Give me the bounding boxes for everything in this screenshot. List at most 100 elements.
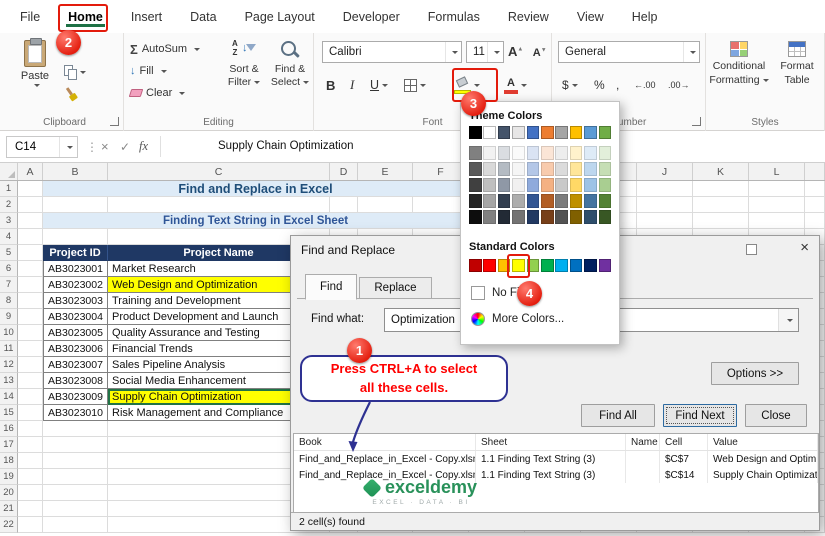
theme-tint-swatch[interactable] — [584, 178, 597, 192]
theme-tint-swatch[interactable] — [483, 194, 496, 208]
row-header-12[interactable]: 12 — [0, 357, 18, 373]
theme-tint-swatch[interactable] — [584, 162, 597, 176]
theme-tint-swatch[interactable] — [497, 162, 511, 176]
column-header-e[interactable]: E — [358, 163, 413, 180]
find-next-button[interactable]: Find Next — [663, 404, 737, 427]
row-header-14[interactable]: 14 — [0, 389, 18, 405]
sheet-cell[interactable] — [18, 213, 43, 229]
row-header-7[interactable]: 7 — [0, 277, 18, 293]
format-as-table-button[interactable]: Format Table — [772, 37, 822, 115]
sheet-cell[interactable] — [18, 485, 43, 501]
sheet-cell[interactable] — [43, 421, 108, 437]
theme-tint-swatch[interactable] — [555, 146, 568, 160]
sheet-cell[interactable] — [749, 197, 805, 213]
sheet-cell[interactable] — [18, 197, 43, 213]
project-id-cell[interactable]: AB3023005 — [43, 325, 108, 341]
borders-button[interactable] — [404, 73, 426, 97]
theme-tint-swatch[interactable] — [540, 194, 554, 208]
theme-tint-swatch[interactable] — [469, 146, 482, 160]
options-button[interactable]: Options >> — [711, 362, 799, 385]
sheet-cell[interactable] — [749, 213, 805, 229]
row-header-5[interactable]: 5 — [0, 245, 18, 261]
italic-button[interactable]: I — [350, 73, 354, 97]
theme-tint-swatch[interactable] — [469, 178, 482, 192]
sheet-cell[interactable] — [18, 341, 43, 357]
theme-tint-swatch[interactable] — [483, 210, 496, 224]
name-box[interactable]: C14 — [6, 136, 78, 158]
project-id-cell[interactable]: AB3023004 — [43, 309, 108, 325]
font-size-combobox[interactable]: 11 — [466, 41, 504, 63]
sheet-cell[interactable] — [358, 197, 413, 213]
sheet-cell[interactable] — [18, 261, 43, 277]
theme-tint-swatch[interactable] — [483, 178, 496, 192]
row-header-8[interactable]: 8 — [0, 293, 18, 309]
theme-tint-swatch[interactable] — [469, 162, 482, 176]
sheet-cell[interactable] — [43, 437, 108, 453]
conditional-formatting-button[interactable]: Conditional Formatting — [708, 37, 770, 115]
theme-tint-swatch[interactable] — [512, 178, 525, 192]
theme-tint-swatch[interactable] — [569, 194, 583, 208]
currency-button[interactable]: $ — [562, 73, 578, 97]
row-header-2[interactable]: 2 — [0, 197, 18, 213]
row-header-11[interactable]: 11 — [0, 341, 18, 357]
theme-color-swatch[interactable] — [569, 126, 583, 139]
sheet-cell[interactable] — [693, 181, 749, 197]
underline-button[interactable]: U — [370, 73, 389, 97]
row-header-17[interactable]: 17 — [0, 437, 18, 453]
standard-color-swatch[interactable] — [598, 259, 612, 272]
chevron-down-icon[interactable] — [487, 42, 503, 62]
sheet-cell[interactable] — [805, 181, 825, 197]
results-col-sheet[interactable]: Sheet — [476, 434, 626, 450]
theme-tint-swatch[interactable] — [497, 194, 511, 208]
decrease-decimal-button[interactable]: .00→ — [668, 73, 690, 97]
paste-button[interactable]: Paste — [12, 37, 58, 113]
shrink-font-button[interactable]: A▼ — [533, 47, 547, 59]
sheet-cell[interactable] — [43, 469, 108, 485]
ribbon-tab-view[interactable]: View — [575, 7, 606, 27]
sheet-cell[interactable] — [637, 197, 693, 213]
row-header-19[interactable]: 19 — [0, 469, 18, 485]
sheet-cell[interactable] — [18, 517, 43, 533]
theme-color-swatch[interactable] — [540, 126, 554, 139]
autosum-button[interactable]: Σ AutoSum — [130, 39, 201, 59]
theme-tint-swatch[interactable] — [569, 146, 583, 160]
find-all-button[interactable]: Find All — [581, 404, 655, 427]
theme-tint-swatch[interactable] — [555, 162, 568, 176]
theme-tint-swatch[interactable] — [497, 146, 511, 160]
theme-color-swatch[interactable] — [497, 126, 511, 139]
chevron-down-icon[interactable] — [683, 42, 699, 62]
theme-tint-swatch[interactable] — [526, 146, 540, 160]
column-header-l[interactable]: L — [749, 163, 805, 180]
theme-tint-swatch[interactable] — [526, 194, 540, 208]
project-id-cell[interactable]: AB3023001 — [43, 261, 108, 277]
column-header-d[interactable]: D — [330, 163, 358, 180]
chevron-down-icon[interactable] — [59, 137, 77, 157]
sheet-cell[interactable] — [18, 437, 43, 453]
row-header-20[interactable]: 20 — [0, 485, 18, 501]
row-header-16[interactable]: 16 — [0, 421, 18, 437]
theme-tint-swatch[interactable] — [540, 178, 554, 192]
clipboard-dialog-launcher-icon[interactable] — [110, 117, 119, 126]
sheet-cell[interactable] — [805, 213, 825, 229]
theme-tint-swatch[interactable] — [555, 210, 568, 224]
theme-tint-swatch[interactable] — [540, 146, 554, 160]
ribbon-tab-file[interactable]: File — [18, 7, 42, 27]
theme-color-swatch[interactable] — [512, 126, 525, 139]
standard-color-swatch[interactable] — [584, 259, 597, 272]
column-header-j[interactable]: J — [637, 163, 693, 180]
theme-tint-swatch[interactable] — [569, 210, 583, 224]
results-col-name[interactable]: Name — [626, 434, 660, 450]
sheet-cell[interactable] — [18, 309, 43, 325]
sheet-cell[interactable] — [18, 229, 43, 245]
row-header-21[interactable]: 21 — [0, 501, 18, 517]
standard-color-swatch[interactable] — [483, 259, 496, 272]
sheet-cell[interactable] — [18, 277, 43, 293]
theme-color-swatch[interactable] — [526, 126, 540, 139]
results-col-value[interactable]: Value — [708, 434, 818, 450]
row-header-9[interactable]: 9 — [0, 309, 18, 325]
row-header-18[interactable]: 18 — [0, 453, 18, 469]
tab-find[interactable]: Find — [305, 274, 358, 300]
font-name-combobox[interactable]: Calibri — [322, 41, 462, 63]
theme-tint-swatch[interactable] — [483, 146, 496, 160]
theme-tint-swatch[interactable] — [598, 210, 612, 224]
